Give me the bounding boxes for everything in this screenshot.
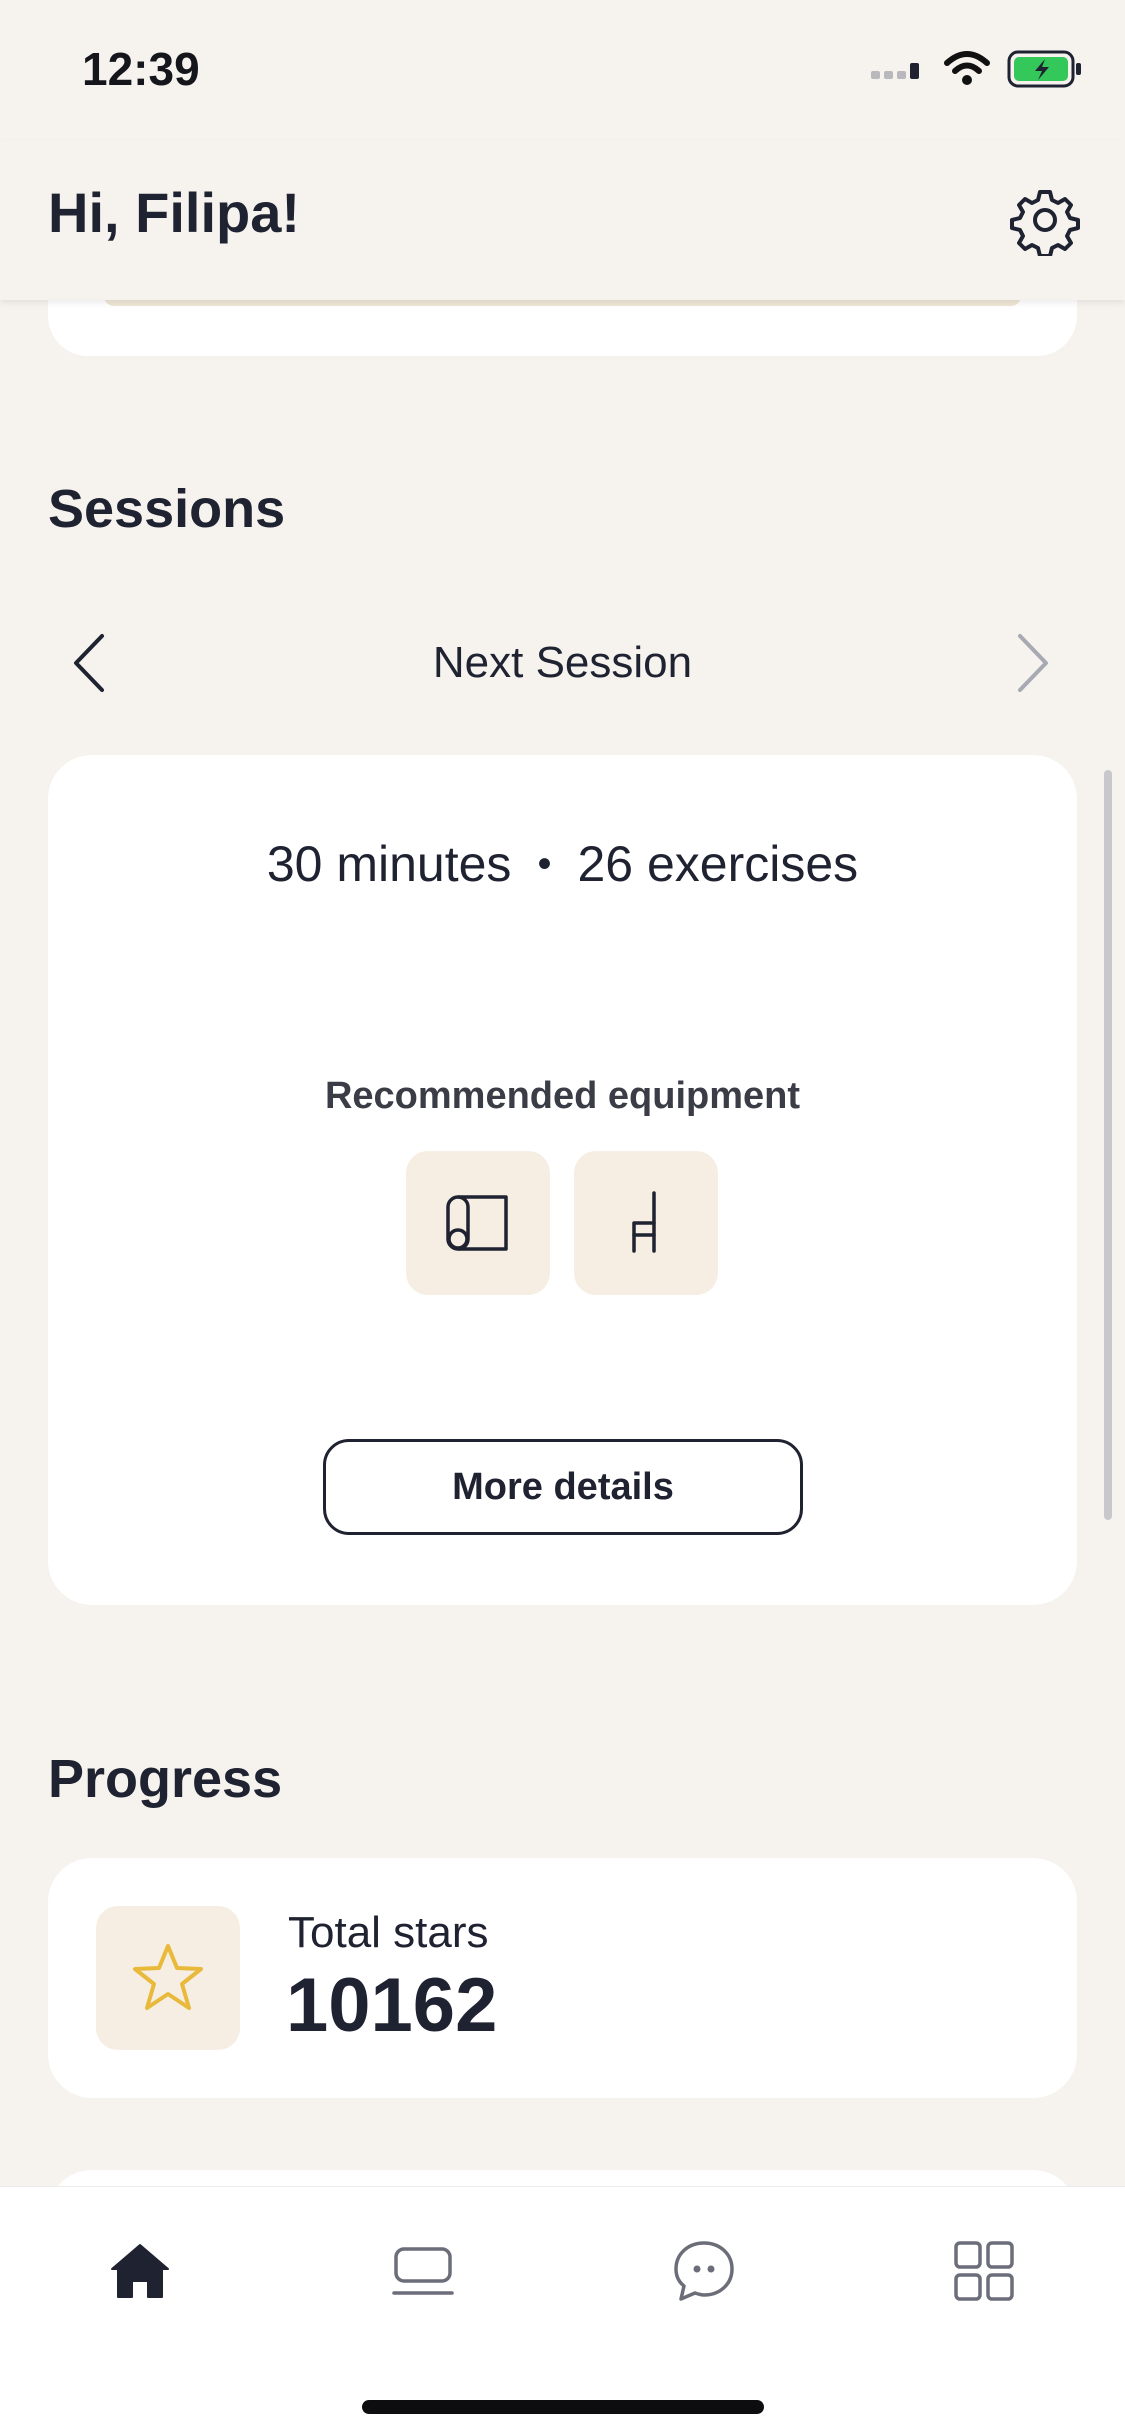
scrollbar[interactable] bbox=[1104, 770, 1112, 1520]
total-stars-label: Total stars bbox=[288, 1908, 489, 1957]
battery-icon bbox=[1007, 50, 1081, 88]
grid-icon bbox=[954, 2241, 1014, 2301]
session-meta: 30 minutes • 26 exercises bbox=[48, 835, 1077, 893]
equipment-item-mat bbox=[406, 1151, 550, 1295]
equipment-label: Recommended equipment bbox=[324, 1075, 801, 1117]
chair-icon bbox=[632, 1191, 656, 1253]
meta-separator: • bbox=[537, 842, 552, 886]
session-duration: 30 minutes bbox=[266, 836, 512, 892]
next-session-card: 30 minutes • 26 exercises Recommended equi… bbox=[48, 755, 1077, 1605]
sessions-title: Sessions bbox=[48, 479, 286, 539]
greeting-title: Hi, Filipa! bbox=[48, 181, 300, 244]
chevron-right-icon bbox=[1018, 634, 1048, 692]
tab-home[interactable] bbox=[100, 2231, 180, 2311]
session-navigator: Next Session bbox=[0, 620, 1125, 704]
bottom-tab-bar bbox=[0, 2186, 1125, 2436]
total-stars-card[interactable]: Total stars 10162 bbox=[48, 1858, 1077, 2098]
wifi-icon bbox=[944, 51, 990, 85]
gear-icon bbox=[1010, 190, 1080, 258]
chat-icon bbox=[674, 2241, 734, 2301]
laptop-icon bbox=[392, 2247, 454, 2295]
total-stars-value: 10162 bbox=[286, 1963, 498, 2048]
home-indicator[interactable] bbox=[362, 2400, 764, 2414]
home-icon bbox=[111, 2244, 169, 2298]
app-header: Hi, Filipa! bbox=[0, 140, 1125, 300]
more-details-button[interactable]: More details bbox=[323, 1439, 803, 1535]
tab-more[interactable] bbox=[944, 2231, 1024, 2311]
tab-chat[interactable] bbox=[664, 2231, 744, 2311]
star-tile bbox=[96, 1906, 240, 2050]
status-bar: 12:39 bbox=[0, 0, 1125, 140]
equipment-item-chair bbox=[574, 1151, 718, 1295]
signal-icon bbox=[871, 63, 919, 79]
settings-button[interactable] bbox=[1009, 184, 1081, 258]
session-nav-title: Next Session bbox=[432, 638, 693, 687]
progress-title: Progress bbox=[48, 1749, 283, 1809]
session-exercise-count: 26 exercises bbox=[577, 836, 859, 892]
status-icons bbox=[871, 48, 1083, 90]
equipment-list bbox=[406, 1151, 718, 1295]
next-session-button[interactable] bbox=[996, 628, 1066, 698]
tab-sessions[interactable] bbox=[383, 2231, 463, 2311]
status-time: 12:39 bbox=[82, 43, 200, 95]
mat-icon bbox=[446, 1195, 508, 1251]
star-icon bbox=[133, 1944, 203, 2010]
